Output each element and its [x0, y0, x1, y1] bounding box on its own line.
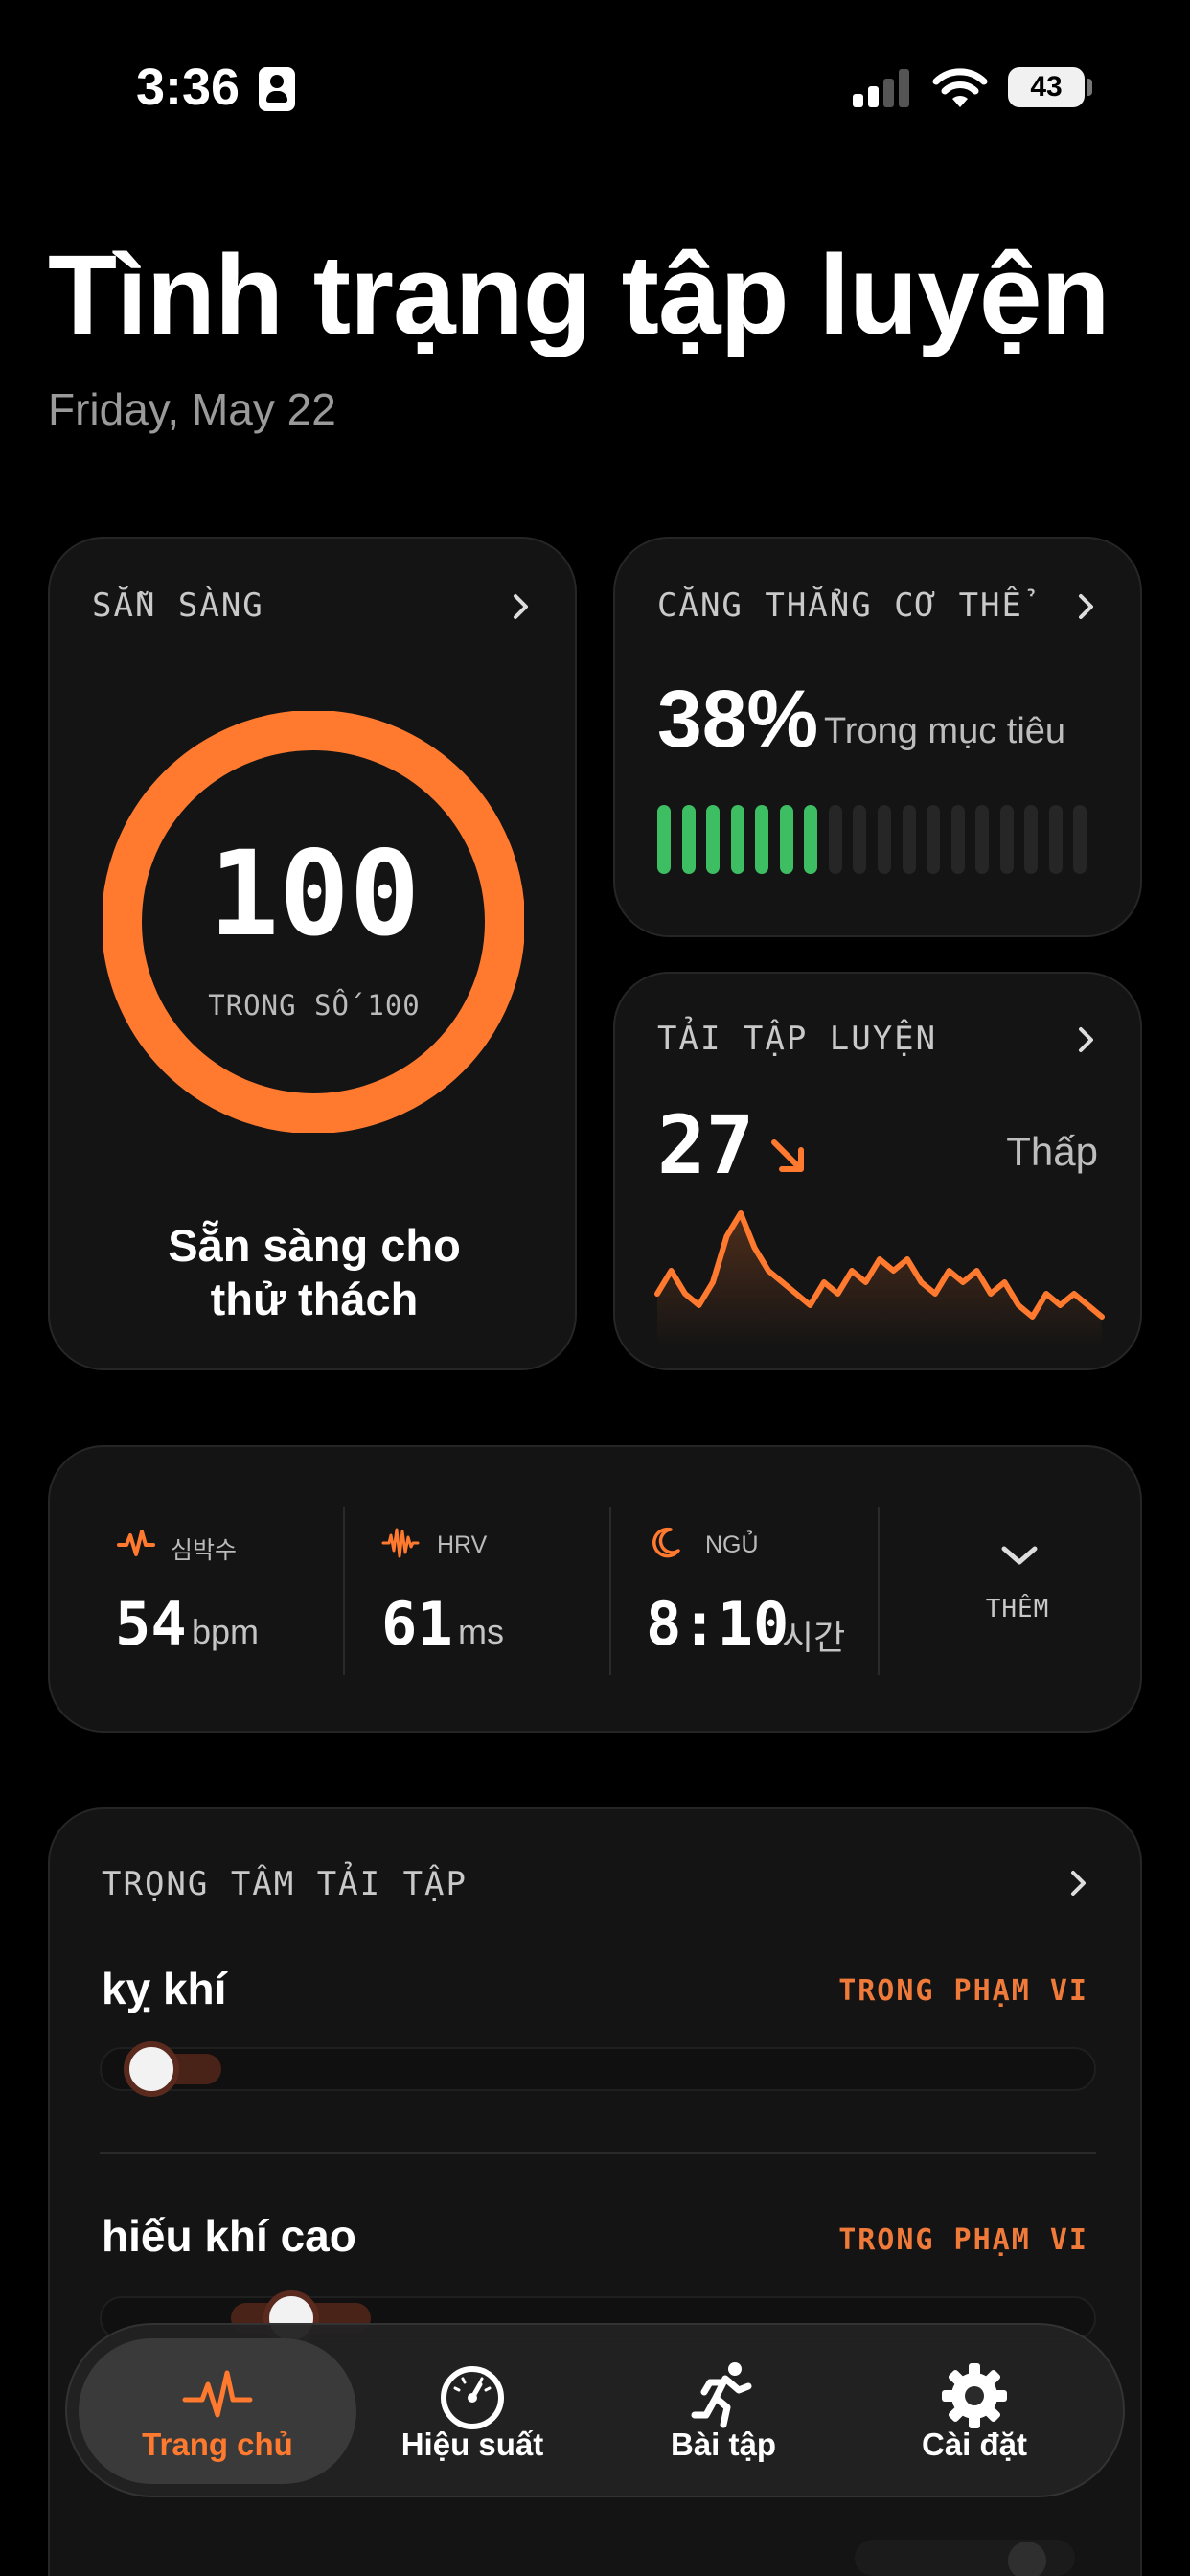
readiness-label: SẴN SÀNG: [92, 586, 264, 625]
sleep-unit: 시간: [782, 1618, 846, 1657]
chevron-down-icon: [1001, 1546, 1038, 1565]
strain-segment: [730, 805, 744, 874]
readiness-score: 100: [208, 826, 421, 962]
tab-workouts[interactable]: Bài tập: [584, 2338, 862, 2484]
tab-home-label: Trang chủ: [142, 2426, 293, 2462]
heart-rate-value: 54: [115, 1589, 187, 1659]
focus-row-name: hiếu khí cao: [102, 2211, 356, 2261]
cellular-signal-icon: [853, 69, 912, 107]
strain-segment: [804, 805, 818, 874]
tab-settings[interactable]: Cài đặt: [835, 2338, 1113, 2484]
sleep-label: NGỦ: [705, 1531, 759, 1558]
divider: [609, 1506, 611, 1675]
strain-segment: [1048, 805, 1063, 874]
strain-segment: [927, 805, 941, 874]
tab-performance-label: Hiệu suất: [400, 2426, 544, 2462]
contact-badge-icon: [259, 67, 295, 111]
focus-range-track: [100, 2041, 1096, 2097]
focus-value-knob: [124, 2041, 179, 2097]
strain-segment: [706, 805, 721, 874]
vitals-card: 심박수 54 bpm HRV 61 ms NGỦ 8:10 시간 THÊM: [48, 1445, 1142, 1733]
scroll-indicator: [1008, 2542, 1046, 2576]
more-button[interactable]: THÊM: [912, 1505, 1123, 1677]
tab-home[interactable]: Trang chủ: [79, 2338, 356, 2484]
strain-segment: [950, 805, 965, 874]
divider: [343, 1506, 345, 1675]
focus-row-name: kỵ khí: [102, 1964, 227, 2013]
focus-row-status: TRONG PHẠM VI: [838, 2223, 1088, 2257]
hrv-waveform-icon: [381, 1528, 420, 1558]
load-trend-area: [657, 1213, 1102, 1347]
strain-segment: [657, 805, 671, 874]
heartbeat-icon: [182, 2370, 253, 2418]
strain-segment: [1024, 805, 1039, 874]
battery-icon: 43: [1008, 67, 1085, 107]
tab-workouts-label: Bài tập: [670, 2426, 777, 2462]
status-time: 3:36: [136, 58, 240, 116]
battery-cap: [1087, 79, 1092, 96]
readiness-message: Sẵn sàng cho thử thách: [88, 1219, 540, 1326]
readiness-out-of: TRONG SỐ 100: [208, 989, 421, 1022]
strain-card[interactable]: CĂNG THẲNG CƠ THỂ 38% Trong mục tiêu: [613, 537, 1142, 937]
strain-note: Trong mục tiêu: [824, 711, 1066, 751]
strain-segment-bar: [657, 805, 1098, 874]
strain-label: CĂNG THẲNG CƠ THỂ: [657, 586, 1023, 625]
readiness-card[interactable]: SẴN SÀNG 100 TRONG SỐ 100 Sẵn sàng cho t…: [48, 537, 577, 1370]
gear-icon: [942, 2363, 1007, 2428]
strain-percent: 38%: [657, 674, 819, 764]
strain-segment: [878, 805, 891, 874]
strain-segment: [1073, 805, 1087, 874]
heart-rate-unit: bpm: [192, 1612, 260, 1651]
readiness-message-line2: thử thách: [210, 1274, 419, 1324]
strain-segment: [755, 805, 769, 874]
focus-row-status: TRONG PHẠM VI: [838, 1974, 1088, 2008]
load-label: TẢI TẬP LUYỆN: [657, 1020, 938, 1058]
running-icon: [691, 2362, 752, 2428]
page-title: Tình trạng tập luyện: [48, 232, 1110, 358]
readiness-message-line1: Sẵn sàng cho: [168, 1220, 461, 1271]
focus-label: TRỌNG TÂM TẢI TẬP: [102, 1865, 468, 1903]
strain-segment: [999, 805, 1014, 874]
strain-segment: [902, 805, 916, 874]
chevron-right-icon: [1079, 594, 1093, 619]
strain-segment: [828, 805, 842, 874]
hrv-label: HRV: [437, 1531, 488, 1558]
chevron-right-icon: [1071, 1871, 1086, 1896]
page-date: Friday, May 22: [48, 384, 336, 434]
hrv-value: 61: [381, 1589, 453, 1659]
hrv-unit: ms: [458, 1612, 504, 1651]
tab-settings-label: Cài đặt: [921, 2426, 1028, 2462]
wifi-icon: [932, 68, 988, 107]
more-label: THÊM: [985, 1595, 1050, 1623]
tab-performance[interactable]: Hiệu suất: [333, 2338, 611, 2484]
sleep-value: 8:10: [646, 1589, 790, 1659]
strain-segment: [975, 805, 990, 874]
heartbeat-icon: [117, 1530, 155, 1556]
strain-segment: [853, 805, 867, 874]
chevron-right-icon: [514, 594, 528, 619]
load-trend-chart: [654, 1210, 1105, 1347]
training-load-card[interactable]: TẢI TẬP LUYỆN 27 Thấp: [613, 972, 1142, 1370]
chevron-right-icon: [1079, 1027, 1093, 1052]
moon-icon: [652, 1527, 680, 1558]
strain-segment: [779, 805, 793, 874]
divider: [100, 2152, 1096, 2154]
load-level: Thấp: [1006, 1129, 1098, 1174]
strain-segment: [681, 805, 696, 874]
load-value: 27: [657, 1098, 755, 1192]
heart-rate-label: 심박수: [171, 1537, 238, 1564]
tab-bar: Trang chủ Hiệu suất Bài tập Cài đặt: [65, 2323, 1125, 2497]
divider: [878, 1506, 880, 1675]
arrow-down-right-icon: [771, 1139, 804, 1172]
gauge-icon: [441, 2366, 504, 2429]
